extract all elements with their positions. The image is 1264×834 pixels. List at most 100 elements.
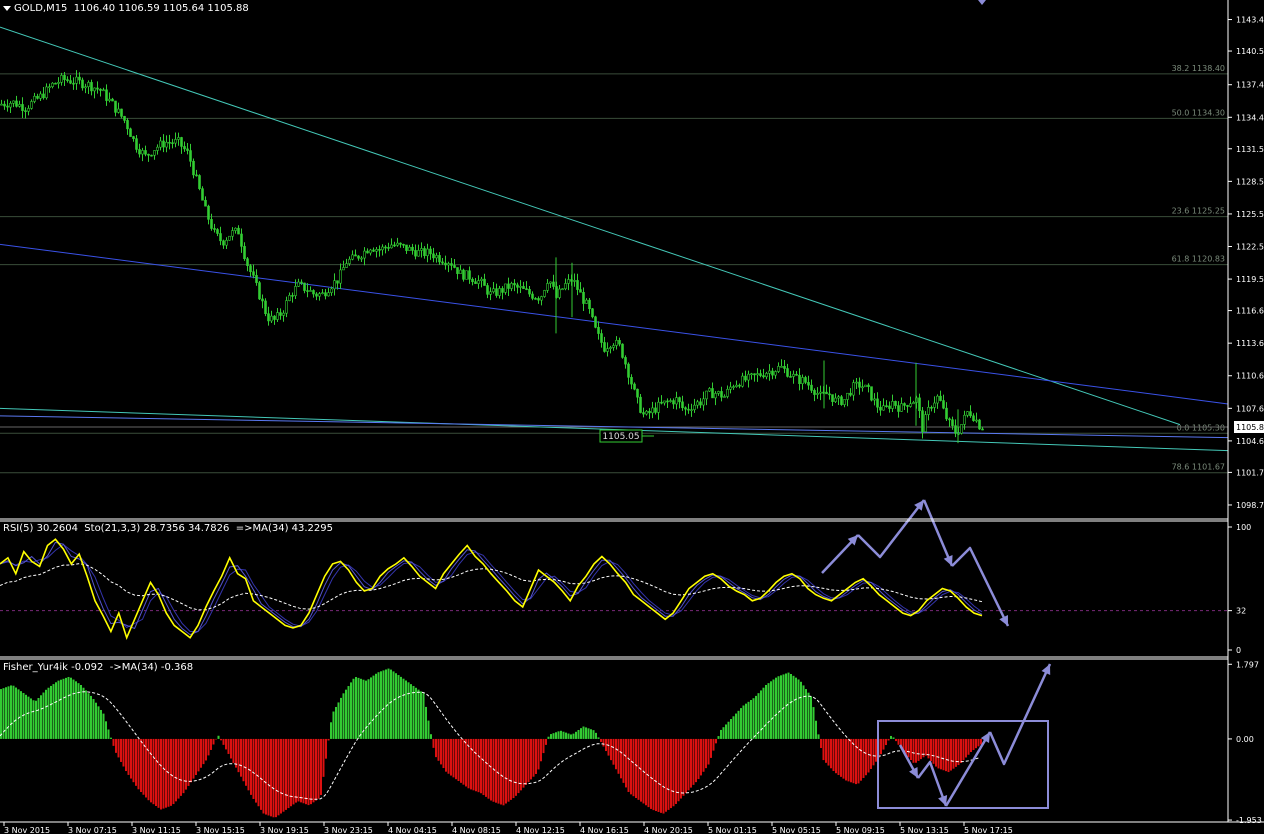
candle-body	[288, 295, 291, 301]
period-marker-icon	[978, 0, 986, 5]
fisher-bar	[685, 738, 687, 794]
fisher-bar	[422, 693, 425, 739]
candle-body	[48, 86, 51, 88]
candle-body	[654, 407, 657, 413]
fisher-bar	[310, 738, 312, 805]
fisher-bar	[125, 738, 127, 772]
fisher-bar	[817, 734, 820, 739]
candle-body	[723, 396, 726, 398]
fisher-bar	[882, 738, 885, 750]
fisher-bar	[750, 700, 752, 739]
candle-body	[12, 100, 15, 104]
fisher-bar	[940, 738, 942, 770]
fisher-bar	[777, 676, 780, 739]
candle-body	[900, 403, 903, 412]
candle-body	[810, 384, 813, 391]
x-tick-label: 4 Nov 16:15	[580, 826, 629, 834]
candle-body	[783, 366, 786, 369]
candle-body	[276, 312, 279, 320]
x-tick-label: 3 Nov 07:15	[68, 826, 117, 834]
fisher-bar	[450, 738, 452, 776]
candle-body	[150, 154, 153, 157]
fisher-bar	[612, 738, 615, 765]
fisher-bar	[197, 738, 200, 772]
rsi-line	[0, 538, 983, 640]
symbol-header[interactable]: GOLD,M15 1106.40 1106.59 1105.64 1105.88	[3, 3, 249, 14]
candle-body	[279, 312, 282, 316]
fisher-bar	[585, 727, 587, 739]
fisher-bar	[42, 692, 45, 739]
fisher-bar	[372, 675, 375, 739]
fisher-bar	[105, 721, 107, 739]
candle-body	[237, 227, 240, 235]
candle-body	[387, 247, 390, 249]
fisher-bar	[272, 738, 275, 818]
fisher-bar	[857, 738, 860, 784]
candle-body	[582, 291, 585, 304]
candle-body	[945, 407, 948, 420]
fisher-bar	[405, 680, 407, 739]
fisher-bar	[702, 738, 705, 772]
candle-body	[45, 86, 48, 99]
candle-body	[882, 405, 885, 411]
candle-body	[222, 240, 225, 246]
fisher-bar	[795, 677, 797, 739]
candle-body	[876, 398, 879, 408]
x-tick-label: 5 Nov 17:15	[964, 826, 1013, 834]
candle-body	[861, 386, 864, 389]
fisher-bar	[440, 738, 442, 765]
fisher-bar	[735, 713, 737, 739]
fisher-bar	[195, 738, 197, 776]
candle-body	[177, 137, 180, 140]
candle-body	[942, 400, 945, 409]
candle-body	[153, 150, 156, 156]
fisher-bar	[185, 738, 187, 790]
candle-body	[243, 246, 246, 260]
x-tick-label: 4 Nov 08:15	[452, 826, 501, 834]
fisher-bar	[745, 703, 747, 739]
candle-body	[732, 386, 735, 388]
fisher-bar	[952, 738, 955, 769]
fisher-bar	[447, 738, 450, 774]
fisher-bar	[682, 738, 685, 796]
candle-body	[207, 205, 210, 220]
fisher-bar	[897, 738, 900, 745]
fisher-bar	[962, 738, 965, 761]
fisher-bar	[57, 680, 60, 739]
candle-body	[972, 415, 975, 421]
candle-body	[90, 82, 93, 92]
fisher-bar	[282, 738, 285, 812]
fisher-bar	[75, 681, 77, 739]
fisher-bar	[112, 738, 115, 746]
fisher-bar	[257, 738, 260, 807]
fisher-bar	[250, 738, 252, 795]
candle-body	[714, 393, 717, 399]
fisher-bar	[917, 738, 920, 761]
rsi-header: RSI(5) 30.2604 Sto(21,3,3) 28.7356 34.78…	[3, 523, 333, 534]
candle-body	[624, 357, 627, 365]
candle-body	[408, 246, 411, 251]
fisher-bar	[865, 738, 867, 776]
fisher-bar	[25, 694, 27, 739]
candle-body	[771, 370, 774, 376]
fisher-bar	[570, 734, 572, 739]
fisher-bar	[655, 738, 657, 812]
fisher-bar	[92, 699, 95, 739]
candle-body	[6, 105, 9, 108]
candle-body	[666, 400, 669, 403]
candle-body	[741, 375, 744, 387]
fisher-bar	[552, 733, 555, 739]
candle-body	[699, 401, 702, 406]
candle-body	[210, 219, 213, 229]
candle-body	[0, 103, 3, 106]
fisher-bar	[965, 738, 967, 758]
candle-body	[459, 269, 462, 274]
fisher-bar	[227, 738, 230, 754]
fisher-bar	[212, 738, 215, 745]
candle-body	[252, 271, 255, 276]
fisher-bar	[537, 738, 540, 770]
chevron-down-icon[interactable]	[3, 5, 11, 11]
candle-body	[744, 375, 747, 381]
candle-body	[708, 388, 711, 392]
fisher-bar	[255, 738, 257, 803]
